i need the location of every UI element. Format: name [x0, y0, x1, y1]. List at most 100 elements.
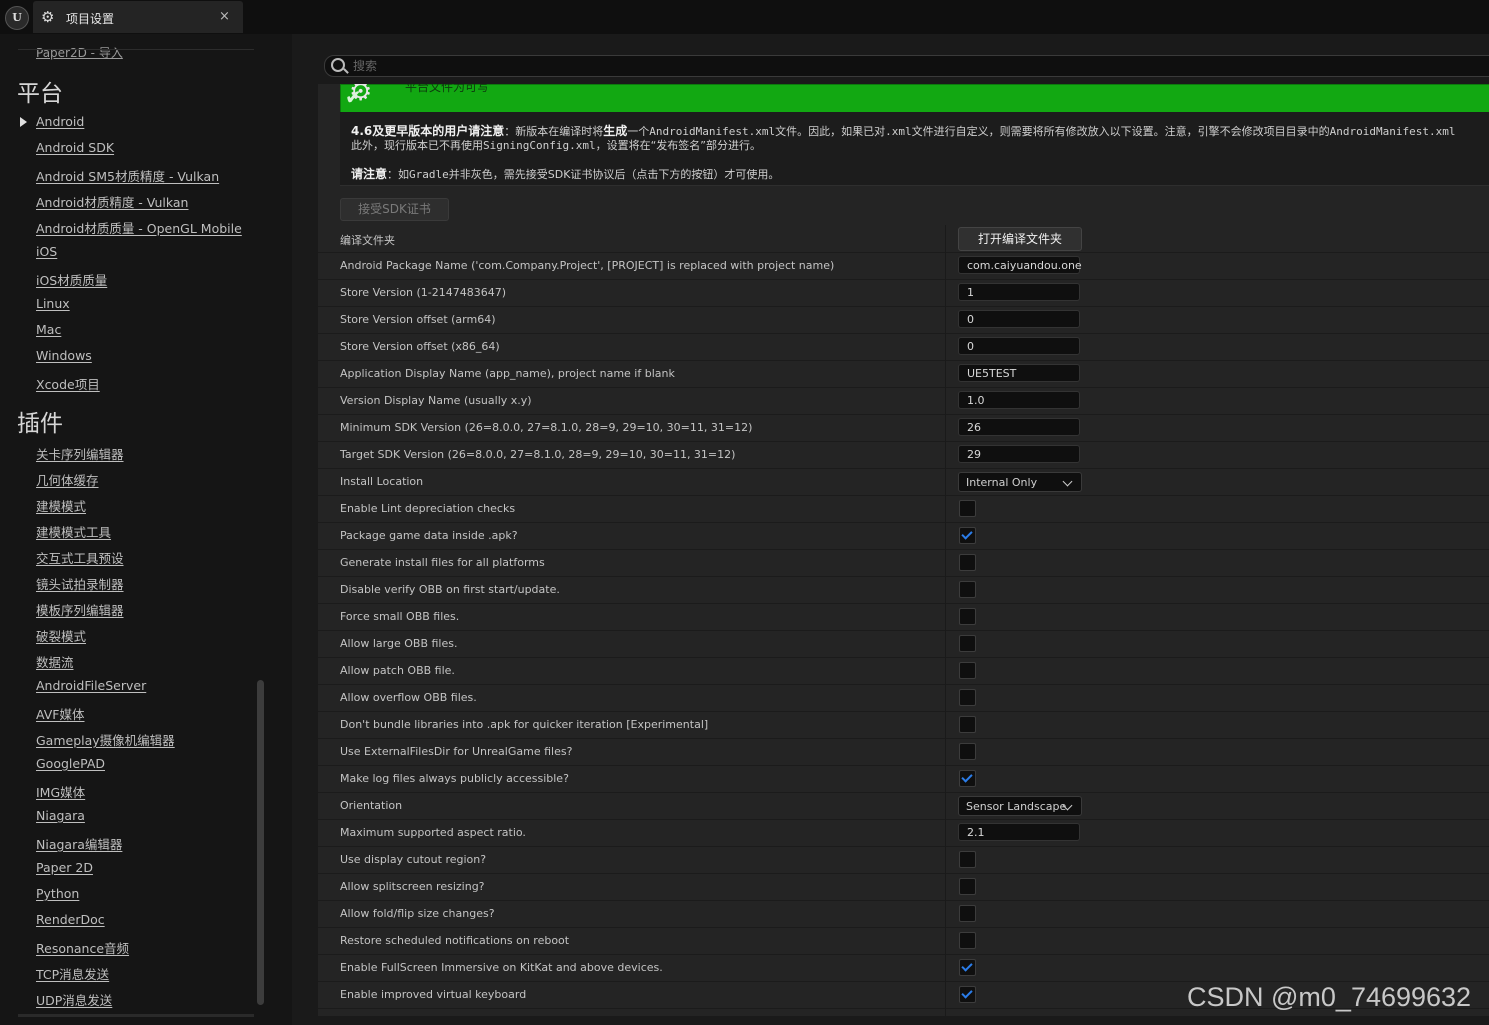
sidebar-platform-item[interactable]: Mac	[36, 322, 61, 337]
sidebar-plugin-item[interactable]: 镜头试拍录制器	[36, 574, 124, 593]
sidebar-plugin-item[interactable]: Niagara编辑器	[36, 834, 122, 853]
sidebar-platform-item[interactable]: Linux	[36, 296, 70, 311]
setting-text-field[interactable]: 1.0	[958, 391, 1080, 409]
sidebar-platform-item[interactable]: Android材质精度 - Vulkan	[36, 192, 188, 211]
sidebar-plugin-item[interactable]: UDP消息发送	[36, 990, 112, 1009]
setting-text-field[interactable]: 1	[958, 283, 1080, 301]
accept-sdk-license-button[interactable]: 接受SDK证书	[340, 198, 449, 221]
setting-row: Version Display Name (usually x.y) 1.0	[318, 387, 1489, 415]
title-bar: U ⚙ 项目设置 ×	[0, 0, 1489, 34]
sidebar-platform-item[interactable]: Android	[36, 114, 84, 129]
sidebar-plugin-item[interactable]: 建模模式工具	[36, 522, 111, 541]
sidebar-plugin-item[interactable]: 破裂模式	[36, 626, 86, 645]
close-icon[interactable]: ×	[219, 9, 230, 24]
setting-text-field[interactable]: 29	[958, 445, 1080, 463]
tab-project-settings[interactable]: ⚙ 项目设置 ×	[33, 1, 243, 33]
setting-label: Install Location	[340, 475, 424, 488]
sidebar-plugin-item[interactable]: 几何体缓存	[36, 470, 99, 489]
setting-text-field[interactable]: 0	[958, 337, 1080, 355]
search-box[interactable]	[324, 55, 1489, 77]
setting-checkbox[interactable]	[959, 905, 976, 922]
sidebar-plugin-item[interactable]: Gameplay摄像机编辑器	[36, 730, 175, 749]
sidebar-plugin-item[interactable]: Paper 2D	[36, 860, 93, 875]
setting-checkbox[interactable]	[959, 689, 976, 706]
setting-row: Make log files always publicly accessibl…	[318, 765, 1489, 793]
sidebar-plugin-item[interactable]: 建模模式	[36, 496, 86, 515]
sidebar-plugin-item[interactable]: 交互式工具预设	[36, 548, 124, 567]
column-splitter[interactable]	[945, 225, 946, 1016]
divider	[18, 1014, 254, 1017]
setting-row: Don't bundle libraries into .apk for qui…	[318, 711, 1489, 739]
expand-arrow-icon[interactable]	[20, 117, 27, 127]
setting-row: Enable Lint depreciation checks	[318, 495, 1489, 523]
settings-content: ⚙ ✔ 平台文件为可写 4.6及更早版本的用户请注意：新版本在编译时将生成一个A…	[318, 84, 1489, 1016]
setting-checkbox[interactable]	[959, 662, 976, 679]
search-input[interactable]	[351, 57, 1455, 75]
setting-row: Allow fold/flip size changes?	[318, 900, 1489, 928]
sidebar-scrollbar[interactable]	[257, 680, 264, 1005]
setting-text-field[interactable]: UE5TEST	[958, 364, 1080, 382]
sidebar-platform-item[interactable]: iOS材质质量	[36, 270, 107, 289]
setting-checkbox[interactable]	[959, 878, 976, 895]
sidebar-platform-item[interactable]: Windows	[36, 348, 92, 363]
notice-box: 4.6及更早版本的用户请注意：新版本在编译时将生成一个AndroidManife…	[340, 112, 1489, 186]
sidebar-plugin-item[interactable]: Resonance音频	[36, 938, 129, 957]
setting-checkbox[interactable]	[959, 635, 976, 652]
setting-label: Allow patch OBB file.	[340, 664, 455, 677]
sidebar-plugin-item[interactable]: AndroidFileServer	[36, 678, 146, 693]
setting-label: 编译文件夹	[340, 234, 395, 247]
setting-checkbox[interactable]	[959, 986, 976, 1003]
setting-checkbox[interactable]	[959, 554, 976, 571]
sidebar-item-paper2d-import[interactable]: Paper2D - 导入	[36, 44, 123, 61]
setting-label: Android Package Name ('com.Company.Proje…	[340, 259, 835, 272]
setting-checkbox[interactable]	[959, 581, 976, 598]
setting-checkbox[interactable]	[959, 500, 976, 517]
sidebar-plugin-item[interactable]: GooglePAD	[36, 756, 105, 771]
sidebar-plugin-item[interactable]: AVF媒体	[36, 704, 85, 723]
setting-label: Enable Lint depreciation checks	[340, 502, 516, 515]
setting-row: Use ExternalFilesDir for UnrealGame file…	[318, 738, 1489, 766]
setting-label: Maximum supported aspect ratio.	[340, 826, 526, 839]
sidebar-plugin-item[interactable]: 数据流	[36, 652, 74, 671]
sidebar-plugin-item[interactable]: TCP消息发送	[36, 964, 109, 983]
setting-row: Install Location Internal Only	[318, 468, 1489, 496]
sidebar-platform-item[interactable]: Android SDK	[36, 140, 114, 155]
sidebar-plugin-item[interactable]: 关卡序列编辑器	[36, 444, 124, 463]
sidebar-plugin-item[interactable]: 模板序列编辑器	[36, 600, 124, 619]
sidebar-plugin-item[interactable]: RenderDoc	[36, 912, 105, 927]
setting-label: Enable improved virtual keyboard	[340, 988, 527, 1001]
setting-dropdown[interactable]: Sensor Landscape	[958, 796, 1082, 816]
setting-text-field[interactable]: 2.1	[958, 823, 1080, 841]
setting-checkbox[interactable]	[959, 527, 976, 544]
setting-label: Allow splitscreen resizing?	[340, 880, 485, 893]
setting-row: Allow large OBB files.	[318, 630, 1489, 658]
sidebar-platform-item[interactable]: iOS	[36, 244, 57, 259]
setting-checkbox[interactable]	[959, 770, 976, 787]
open-build-folder-button[interactable]: 打开编译文件夹	[958, 227, 1082, 251]
sidebar-platform-item[interactable]: Xcode项目	[36, 374, 100, 393]
setting-text-field[interactable]: 0	[958, 310, 1080, 328]
sidebar-platform-item[interactable]: Android材质质量 - OpenGL Mobile	[36, 218, 242, 237]
sidebar-plugin-item[interactable]: Niagara	[36, 808, 85, 823]
sidebar-plugin-item[interactable]: Python	[36, 886, 79, 901]
setting-checkbox[interactable]	[959, 959, 976, 976]
setting-checkbox[interactable]	[959, 716, 976, 733]
setting-checkbox[interactable]	[959, 851, 976, 868]
setting-label: Allow fold/flip size changes?	[340, 907, 495, 920]
unreal-logo-icon[interactable]: U	[5, 6, 29, 30]
sidebar-plugin-item[interactable]: IMG媒体	[36, 782, 85, 801]
sidebar-platform-item[interactable]: Android SM5材质精度 - Vulkan	[36, 166, 219, 185]
dropdown-value: Internal Only	[966, 476, 1038, 489]
setting-row: Maximum supported aspect ratio. 2.1	[318, 819, 1489, 847]
settings-sidebar: Paper2D - 导入 平台 Android Android SDK Androi…	[0, 34, 292, 1025]
setting-checkbox[interactable]	[959, 608, 976, 625]
setting-dropdown[interactable]: Internal Only	[958, 472, 1082, 492]
setting-row: Orientation Sensor Landscape	[318, 792, 1489, 820]
setting-text-field[interactable]: 26	[958, 418, 1080, 436]
setting-row: Enable FullScreen Immersive on KitKat an…	[318, 954, 1489, 982]
setting-row: Minimum SDK Version (26=8.0.0, 27=8.1.0,…	[318, 414, 1489, 442]
setting-checkbox[interactable]	[959, 932, 976, 949]
setting-label: Enable FullScreen Immersive on KitKat an…	[340, 961, 663, 974]
setting-text-field[interactable]: com.caiyuandou.one	[958, 256, 1082, 274]
setting-checkbox[interactable]	[959, 743, 976, 760]
